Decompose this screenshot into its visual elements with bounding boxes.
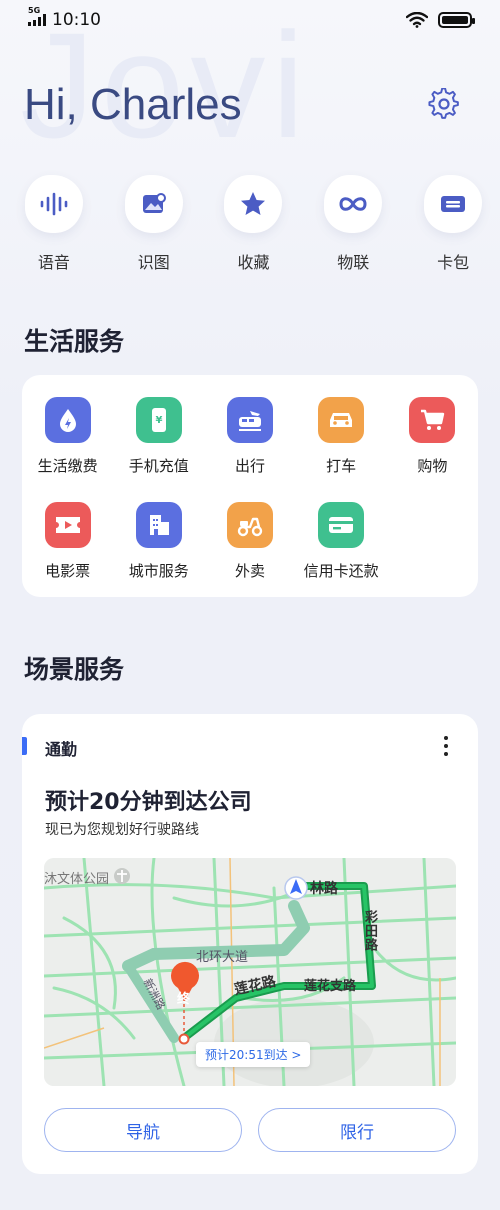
traffic-restriction-button[interactable]: 限行 bbox=[258, 1108, 456, 1152]
map-road-label: 林路 bbox=[310, 881, 338, 897]
quick-action-voice[interactable]: 语音 bbox=[7, 175, 101, 273]
service-utility-payment[interactable]: 生活缴费 bbox=[22, 397, 113, 502]
scene-tag-marker bbox=[22, 737, 27, 755]
settings-gear-icon[interactable] bbox=[428, 88, 460, 120]
quick-action-image-recognition[interactable]: 识图 bbox=[107, 175, 201, 273]
scooter-icon bbox=[226, 502, 273, 548]
service-travel[interactable]: 出行 bbox=[204, 397, 295, 502]
service-credit-card-repayment[interactable]: 信用卡还款 bbox=[296, 502, 387, 607]
more-options-icon[interactable] bbox=[444, 736, 448, 756]
service-label: 生活缴费 bbox=[37, 457, 98, 475]
service-label: 出行 bbox=[234, 457, 265, 475]
service-movie-ticket[interactable]: 电影票 bbox=[22, 502, 113, 607]
quick-action-iot[interactable]: 物联 bbox=[306, 175, 400, 273]
star-icon bbox=[224, 175, 283, 233]
quick-action-favorites[interactable]: 收藏 bbox=[207, 175, 301, 273]
cellular-signal-icon: 5G bbox=[28, 6, 46, 26]
shopping-cart-icon bbox=[409, 397, 456, 443]
status-bar: 5G 10:10 bbox=[0, 0, 500, 40]
map-road-label: 北环大道 bbox=[196, 950, 249, 965]
life-services-title: 生活服务 bbox=[24, 327, 125, 356]
service-phone-recharge[interactable]: ¥ 手机充值 bbox=[113, 397, 204, 502]
map-park-label: 沐文体公园 bbox=[44, 872, 110, 887]
scene-tag-label: 通勤 bbox=[45, 740, 78, 759]
service-label: 购物 bbox=[417, 457, 448, 475]
greeting-title: Hi, Charles bbox=[24, 80, 242, 129]
infinity-icon bbox=[324, 175, 383, 233]
service-label: 打车 bbox=[326, 457, 357, 475]
map-road-label: 莲花支路 bbox=[304, 979, 357, 994]
svg-text:¥: ¥ bbox=[155, 415, 162, 426]
phone-recharge-icon: ¥ bbox=[135, 397, 182, 443]
image-recognition-icon bbox=[124, 175, 183, 233]
route-map[interactable]: 沐文体公园 林路 彩田路 北环大道 莲花路 莲花支路 新洲路 终 预计20:51… bbox=[44, 858, 456, 1086]
scene-services-title: 场景服务 bbox=[24, 655, 125, 684]
life-services-card: 生活缴费 ¥ 手机充值 出行 打车 购物 电影票 城市服务 外卖 信用卡还款 bbox=[22, 375, 478, 597]
map-road-label: 彩田路 bbox=[362, 910, 377, 952]
city-building-icon bbox=[135, 502, 182, 548]
status-time: 10:10 bbox=[52, 10, 101, 30]
wifi-icon bbox=[406, 12, 428, 28]
taxi-icon bbox=[318, 397, 365, 443]
movie-ticket-icon bbox=[44, 502, 91, 548]
service-label: 电影票 bbox=[45, 562, 91, 580]
quick-action-card-wallet[interactable]: 卡包 bbox=[406, 175, 500, 273]
commute-headline: 预计20分钟到达公司 bbox=[45, 790, 252, 815]
navigate-button[interactable]: 导航 bbox=[44, 1108, 242, 1152]
quick-action-label: 卡包 bbox=[437, 253, 470, 272]
credit-card-icon bbox=[318, 502, 365, 548]
eta-pill[interactable]: 预计20:51到达 > bbox=[196, 1042, 311, 1067]
quick-action-label: 物联 bbox=[337, 253, 370, 272]
card-wallet-icon bbox=[424, 175, 483, 233]
service-food-delivery[interactable]: 外卖 bbox=[204, 502, 295, 607]
network-type: 5G bbox=[28, 6, 41, 15]
service-label: 城市服务 bbox=[128, 562, 189, 580]
commute-card: 通勤 预计20分钟到达公司 现已为您规划好行驶路线 沐文体公园 林路 彩田路 北… bbox=[22, 714, 478, 1174]
voice-wave-icon bbox=[24, 175, 83, 233]
quick-actions-row: 语音 识图 收藏 物联 卡包 bbox=[0, 175, 500, 273]
quick-action-label: 识图 bbox=[137, 253, 170, 272]
destination-marker-label: 终 bbox=[177, 992, 191, 1007]
utility-drop-icon bbox=[44, 397, 91, 443]
service-city-services[interactable]: 城市服务 bbox=[113, 502, 204, 607]
service-label: 手机充值 bbox=[128, 457, 189, 475]
quick-action-label: 收藏 bbox=[237, 253, 270, 272]
train-plane-icon bbox=[226, 397, 273, 443]
quick-action-label: 语音 bbox=[37, 253, 70, 272]
service-taxi[interactable]: 打车 bbox=[296, 397, 387, 502]
service-label: 外卖 bbox=[234, 562, 265, 580]
service-label: 信用卡还款 bbox=[303, 562, 379, 580]
battery-icon bbox=[438, 12, 475, 28]
commute-subtitle: 现已为您规划好行驶路线 bbox=[45, 822, 199, 838]
service-shopping[interactable]: 购物 bbox=[387, 397, 478, 502]
